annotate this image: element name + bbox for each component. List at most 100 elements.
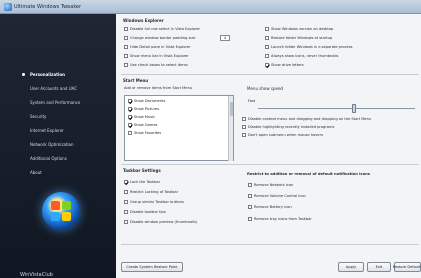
start-menu-list-label: Add or remove items from Start Menu — [124, 86, 192, 90]
checkbox-box[interactable] — [242, 133, 246, 137]
windows-flag-icon — [51, 201, 71, 221]
checkbox-group-taskbar-buttons[interactable]: Group similar Taskbar buttons — [124, 200, 184, 204]
checkbox-box[interactable] — [128, 107, 132, 111]
taskbar-heading: Taskbar Settings — [123, 168, 161, 173]
list-item[interactable]: Show Pictures — [128, 107, 159, 111]
checkbox-disable-window-preview[interactable]: Disable window preview (thumbnails) — [124, 220, 197, 224]
windows-explorer-heading: Windows Explorer — [123, 18, 164, 23]
list-item-label: Show Pictures — [134, 107, 160, 111]
checkbox-remove-battery-icon[interactable]: Remove Battery icon — [248, 205, 292, 209]
checkbox-label: Hide Detail pane in Vista Explorer — [130, 45, 191, 49]
checkbox-box[interactable] — [242, 117, 246, 121]
checkbox-box[interactable] — [248, 205, 252, 209]
checkbox-always-show-icons[interactable]: Always show icons, never thumbnails — [265, 54, 338, 58]
checkbox-remove-network-icon[interactable]: Remove Network icon — [248, 183, 293, 187]
checkbox-label: Disable full row select in Vista Explore… — [130, 27, 201, 31]
checkbox-box[interactable] — [265, 27, 269, 31]
exit-button[interactable]: Exit — [367, 262, 391, 272]
section-divider — [121, 74, 419, 75]
checkbox-box[interactable] — [265, 36, 269, 40]
checkbox-window-border-padding[interactable]: Change window border padding size — [124, 36, 195, 40]
checkbox-box[interactable] — [124, 210, 128, 214]
title-bar: Ultimate Windows Tweaker — [0, 0, 421, 14]
checkbox-label: Lock the Taskbar — [130, 180, 161, 184]
checkbox-box[interactable] — [124, 54, 128, 58]
checkbox-label: Use check boxes to select items — [130, 63, 188, 67]
checkbox-box[interactable] — [248, 183, 252, 187]
checkbox-box[interactable] — [248, 217, 252, 221]
active-nav-bullet — [22, 73, 25, 76]
checkbox-box[interactable] — [128, 115, 132, 119]
checkbox-disable-highlighting[interactable]: Disable highlighting recently installed … — [242, 125, 334, 129]
checkbox-hide-detail-pane[interactable]: Hide Detail pane in Vista Explorer — [124, 45, 191, 49]
checkbox-box[interactable] — [124, 63, 128, 67]
checkbox-show-windows-version[interactable]: Show Windows version on desktop — [265, 27, 333, 31]
checkbox-label: Remove Volume Control icon — [254, 194, 306, 198]
app-icon — [4, 3, 12, 11]
checkbox-box[interactable] — [124, 27, 128, 31]
start-menu-items-list[interactable]: Show Documents Show Pictures Show Music … — [124, 95, 234, 161]
list-item[interactable]: Show Favorites — [128, 131, 161, 135]
checkbox-label: Change window border padding size — [130, 36, 196, 40]
checkbox-label: Show menu bar in Vista Explorer — [130, 54, 189, 58]
notification-icons-heading: Restrict to addition or removal of defau… — [247, 172, 370, 176]
checkbox-box[interactable] — [242, 125, 246, 129]
sidebar: Personalization User Accounts and UAC Sy… — [0, 14, 116, 278]
checkbox-label: Remove Network icon — [254, 183, 294, 187]
checkbox-box[interactable] — [124, 45, 128, 49]
apply-button[interactable]: Apply — [338, 262, 364, 272]
checkbox-box[interactable] — [124, 36, 128, 40]
list-item-label: Show Documents — [134, 99, 166, 103]
checkbox-box[interactable] — [265, 45, 269, 49]
checkbox-disable-full-row-select[interactable]: Disable full row select in Vista Explore… — [124, 27, 200, 31]
checkbox-box[interactable] — [128, 99, 132, 103]
create-restore-point-button[interactable]: Create System Restore Point — [121, 262, 183, 272]
sidebar-item-internet-explorer[interactable]: Internet Explorer — [30, 128, 64, 133]
list-scrollbar[interactable] — [228, 96, 233, 161]
checkbox-box[interactable] — [248, 194, 252, 198]
list-item[interactable]: Show Music — [128, 115, 155, 119]
border-padding-spinner[interactable]: 4 — [220, 35, 230, 41]
checkbox-label: Remove tray icons from Taskbar — [254, 217, 312, 221]
checkbox-use-check-boxes[interactable]: Use check boxes to select items — [124, 63, 188, 67]
checkbox-label: Remove Battery icon — [254, 205, 292, 209]
list-item[interactable]: Show Documents — [128, 99, 165, 103]
checkbox-box[interactable] — [265, 63, 269, 67]
sidebar-item-network-optimization[interactable]: Network Optimization — [30, 142, 74, 147]
sidebar-item-system-performance[interactable]: System and Performance — [30, 100, 80, 105]
checkbox-separate-process[interactable]: Launch folder Windows in a separate proc… — [265, 45, 353, 49]
checkbox-restrict-locking[interactable]: Restrict Locking of Taskbar — [124, 190, 178, 194]
menu-speed-slider-thumb[interactable] — [352, 104, 356, 113]
checkbox-show-drive-letters[interactable]: Show drive letters — [265, 63, 304, 67]
checkbox-box[interactable] — [124, 190, 128, 194]
checkbox-label: Restore folder Windows at startup — [271, 36, 333, 40]
checkbox-remove-tray-icons[interactable]: Remove tray icons from Taskbar — [248, 217, 312, 221]
checkbox-box[interactable] — [128, 123, 132, 127]
menu-speed-label: Menu show speed — [247, 86, 283, 91]
checkbox-disable-taskbar-tips[interactable]: Disable taskbar tips — [124, 210, 166, 214]
checkbox-restore-folder-windows[interactable]: Restore folder Windows at startup — [265, 36, 332, 40]
sidebar-item-personalization[interactable]: Personalization — [30, 72, 65, 77]
checkbox-box[interactable] — [265, 54, 269, 58]
list-item-label: Show Games — [134, 123, 158, 127]
sidebar-item-user-accounts[interactable]: User Accounts and UAC — [30, 86, 77, 91]
sidebar-item-security[interactable]: Security — [30, 114, 46, 119]
checkbox-box[interactable] — [124, 180, 128, 184]
checkbox-lock-taskbar[interactable]: Lock the Taskbar — [124, 180, 160, 184]
checkbox-box[interactable] — [124, 200, 128, 204]
list-label: Add or remove items from Start Menu — [124, 86, 193, 90]
checkbox-disable-context-menu[interactable]: Disable context menu and dragging and dr… — [242, 117, 371, 121]
sidebar-item-about[interactable]: About — [30, 170, 42, 175]
checkbox-remove-volume-icon[interactable]: Remove Volume Control icon — [248, 194, 306, 198]
restore-defaults-button[interactable]: Restore Defaults — [393, 262, 421, 272]
checkbox-show-menu-bar[interactable]: Show menu bar in Vista Explorer — [124, 54, 189, 58]
checkbox-box[interactable] — [124, 220, 128, 224]
list-item[interactable]: Show Games — [128, 123, 157, 127]
menu-speed-slider-track[interactable] — [258, 108, 415, 109]
checkbox-box[interactable] — [128, 131, 132, 135]
scrollbar-thumb[interactable] — [230, 102, 233, 116]
sidebar-item-additional-options[interactable]: Additional Options — [30, 156, 67, 161]
speed-min-text: Fast — [248, 99, 256, 103]
checkbox-dont-open-submenu[interactable]: Don't open submenu when mouse hovers — [242, 133, 323, 137]
checkbox-label: Group similar Taskbar buttons — [130, 200, 184, 204]
